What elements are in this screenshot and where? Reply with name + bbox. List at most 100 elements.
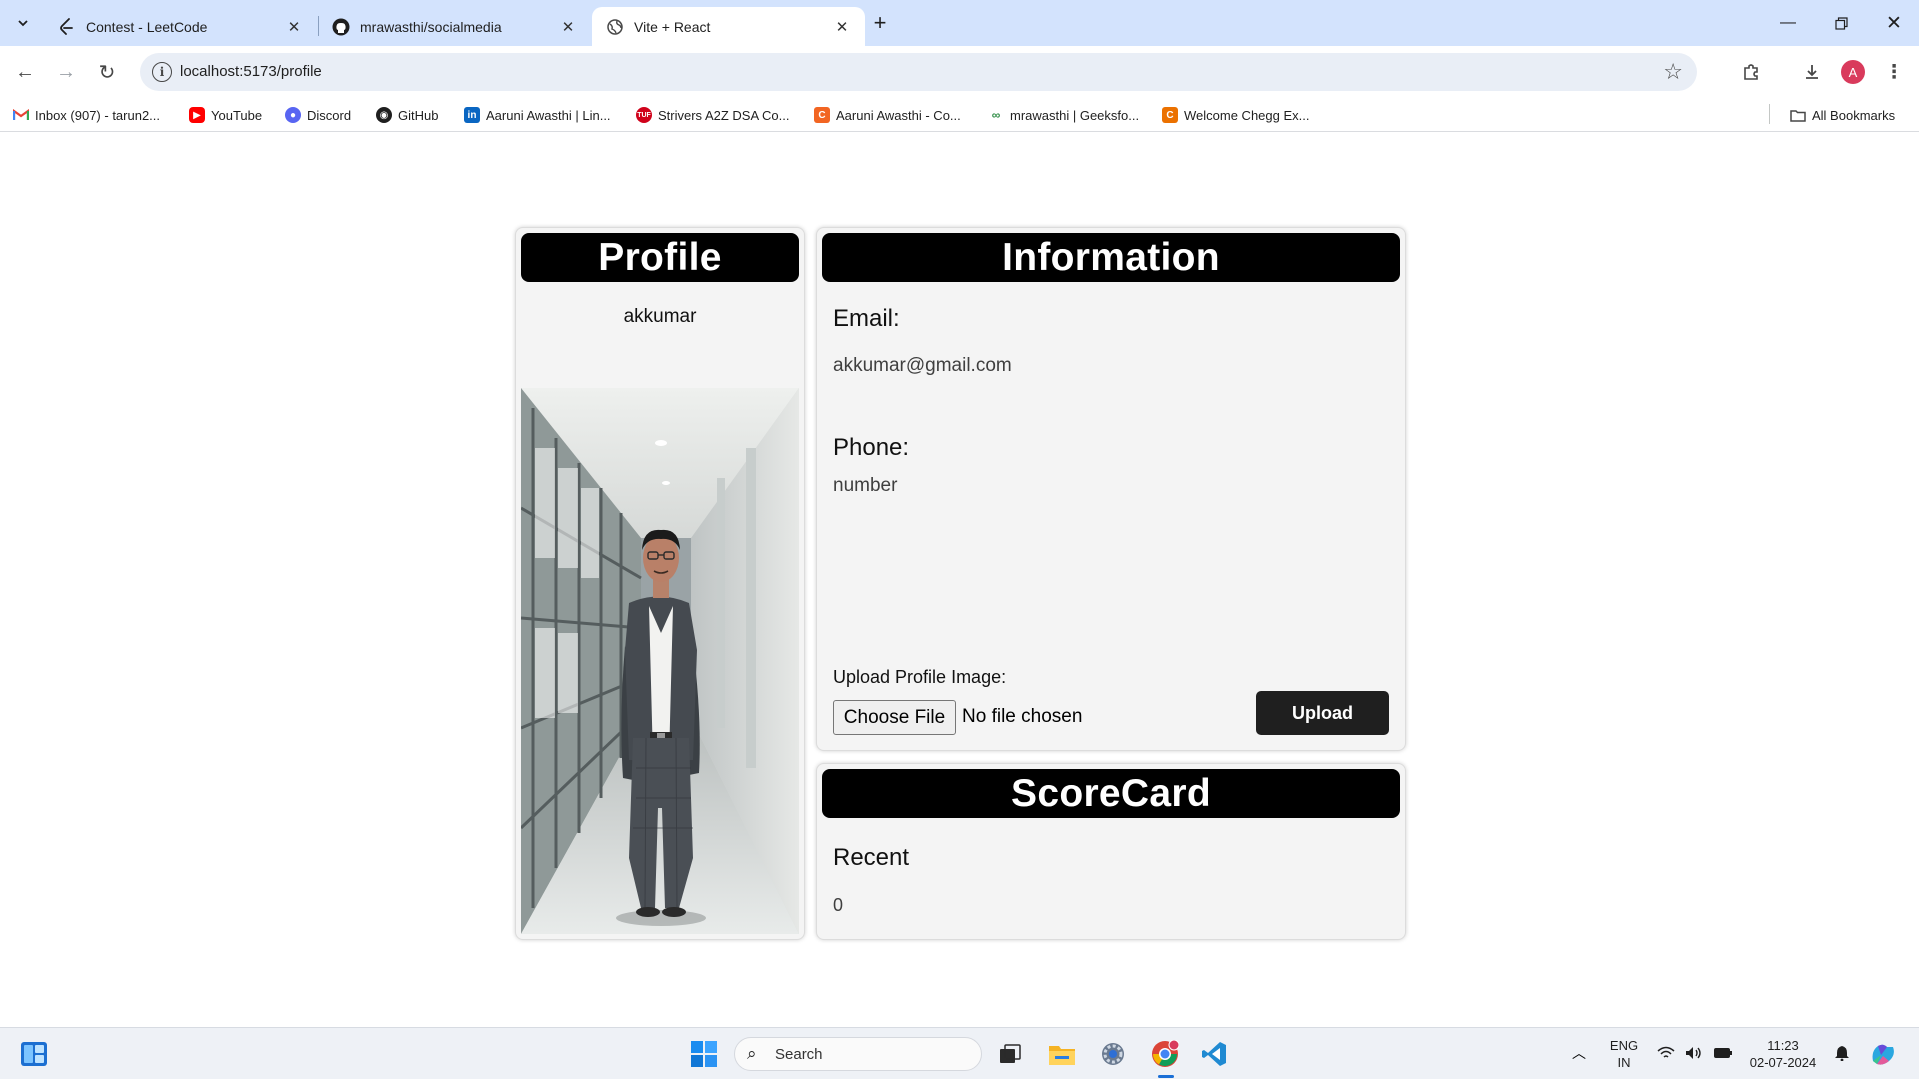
bookmark-strivers[interactable]: TUF Strivers A2Z DSA Co... bbox=[636, 105, 790, 125]
close-icon[interactable]: ✕ bbox=[285, 18, 303, 36]
tab-title: Contest - LeetCode bbox=[86, 18, 208, 35]
youtube-icon: ▶ bbox=[189, 107, 205, 123]
linkedin-icon: in bbox=[464, 107, 480, 123]
arrow-left-icon: ← bbox=[15, 60, 35, 83]
profile-photo bbox=[521, 388, 799, 934]
battery-icon[interactable] bbox=[1712, 1043, 1734, 1063]
taskbar-search[interactable]: ⌕ Search bbox=[734, 1037, 982, 1071]
widgets-icon[interactable] bbox=[20, 1041, 48, 1067]
search-placeholder: Search bbox=[775, 1046, 823, 1063]
bookmark-geeksforgeeks[interactable]: ∞ mrawasthi | Geeksfo... bbox=[988, 105, 1139, 125]
notification-bell-icon[interactable] bbox=[1832, 1043, 1852, 1063]
bookmark-gmail[interactable]: Inbox (907) - tarun2... bbox=[13, 105, 160, 125]
url-text: localhost:5173/profile bbox=[180, 63, 322, 80]
tab-title: mrawasthi/socialmedia bbox=[360, 18, 502, 35]
github-icon bbox=[332, 18, 350, 36]
clock[interactable]: 11:23 02-07-2024 bbox=[1746, 1037, 1820, 1071]
phone-value: number bbox=[833, 475, 898, 496]
region-code: IN bbox=[1617, 1055, 1631, 1070]
bookmark-youtube[interactable]: ▶ YouTube bbox=[189, 105, 262, 125]
bookmark-label: All Bookmarks bbox=[1812, 107, 1896, 123]
language-indicator[interactable]: ENG IN bbox=[1606, 1037, 1642, 1071]
geeksforgeeks-icon: ∞ bbox=[991, 108, 1001, 122]
start-button[interactable] bbox=[690, 1040, 718, 1068]
minimize-button[interactable]: — bbox=[1765, 8, 1811, 38]
upload-button[interactable]: Upload bbox=[1256, 691, 1389, 735]
close-icon: ✕ bbox=[1886, 12, 1902, 34]
site-info-icon[interactable]: i bbox=[152, 62, 172, 82]
close-icon[interactable]: ✕ bbox=[833, 18, 851, 36]
scorecard-heading: ScoreCard bbox=[822, 769, 1400, 818]
bookmark-label: Aaruni Awasthi - Co... bbox=[836, 107, 961, 123]
tuf-icon: TUF bbox=[636, 107, 652, 123]
copilot-icon[interactable] bbox=[1868, 1040, 1898, 1068]
wifi-icon[interactable] bbox=[1656, 1043, 1676, 1063]
file-status-text: No file chosen bbox=[962, 706, 1083, 727]
phone-label: Phone: bbox=[833, 434, 910, 461]
windows-taskbar: ⌕ Search ︿ ENG IN 11:23 02-07-2024 bbox=[0, 1027, 1919, 1079]
bookmark-label: YouTube bbox=[211, 107, 263, 123]
search-icon: ⌕ bbox=[747, 1044, 757, 1063]
puzzle-icon bbox=[1744, 64, 1758, 80]
forward-button[interactable]: → bbox=[50, 56, 82, 88]
tab-vite-react[interactable]: Vite + React ✕ bbox=[592, 7, 865, 46]
close-icon[interactable]: ✕ bbox=[559, 18, 577, 36]
discord-icon: ● bbox=[285, 107, 301, 123]
browser-menu-button[interactable]: ⋮ bbox=[1878, 56, 1910, 88]
chevron-down-icon bbox=[18, 20, 28, 27]
bookmark-label: Inbox (907) - tarun2... bbox=[35, 107, 161, 123]
tab-search-button[interactable] bbox=[10, 10, 36, 36]
folder-icon bbox=[1790, 107, 1806, 123]
recent-label: Recent bbox=[833, 844, 910, 871]
email-value: akkumar@gmail.com bbox=[833, 355, 1012, 376]
reload-icon: ↻ bbox=[98, 61, 116, 84]
minimize-icon: — bbox=[1780, 14, 1796, 31]
more-vert-icon: ⋮ bbox=[1884, 61, 1904, 83]
bookmark-label: Strivers A2Z DSA Co... bbox=[658, 107, 790, 123]
bookmark-star-icon[interactable]: ☆ bbox=[1663, 59, 1683, 85]
settings-gear-icon[interactable] bbox=[1098, 1040, 1128, 1068]
bookmark-label: mrawasthi | Geeksfo... bbox=[1010, 107, 1140, 123]
bookmark-label: Aaruni Awasthi | Lin... bbox=[486, 107, 611, 123]
close-window-button[interactable]: ✕ bbox=[1871, 8, 1917, 38]
chevron-up-icon[interactable]: ︿ bbox=[1569, 1043, 1589, 1063]
github-icon: ◉ bbox=[376, 107, 392, 123]
bookmark-codolio[interactable]: C Aaruni Awasthi - Co... bbox=[814, 105, 961, 125]
bookmark-github[interactable]: ◉ GitHub bbox=[376, 105, 438, 125]
clock-date: 02-07-2024 bbox=[1749, 1055, 1817, 1070]
download-icon bbox=[1806, 65, 1818, 79]
tab-leetcode[interactable]: Contest - LeetCode ✕ bbox=[44, 7, 317, 46]
task-view-icon[interactable] bbox=[997, 1041, 1023, 1067]
arrow-right-icon: → bbox=[56, 60, 76, 83]
tab-title: Vite + React bbox=[634, 18, 711, 35]
extensions-button[interactable] bbox=[1735, 56, 1767, 88]
downloads-button[interactable] bbox=[1796, 56, 1828, 88]
choose-file-button[interactable]: Choose File bbox=[833, 700, 956, 735]
bookmark-chegg[interactable]: C Welcome Chegg Ex... bbox=[1162, 105, 1309, 125]
bookmark-discord[interactable]: ● Discord bbox=[285, 105, 351, 125]
chrome-icon[interactable] bbox=[1149, 1039, 1181, 1069]
browser-toolbar: ← → ↻ i localhost:5173/profile ☆ ⋮ bbox=[0, 46, 1919, 98]
bookmark-label: Discord bbox=[307, 107, 352, 123]
windows-icon bbox=[691, 1041, 717, 1067]
plus-icon: + bbox=[873, 10, 887, 35]
address-bar[interactable]: i localhost:5173/profile ☆ bbox=[140, 53, 1697, 91]
all-bookmarks-button[interactable]: All Bookmarks bbox=[1790, 105, 1895, 125]
gmail-icon bbox=[13, 107, 29, 123]
restore-button[interactable] bbox=[1818, 8, 1864, 38]
bookmarks-divider bbox=[1769, 104, 1770, 124]
bookmark-label: GitHub bbox=[398, 107, 439, 123]
new-tab-button[interactable]: + bbox=[866, 9, 894, 37]
back-button[interactable]: ← bbox=[9, 56, 41, 88]
reload-button[interactable]: ↻ bbox=[91, 56, 123, 88]
profile-username: akkumar bbox=[623, 306, 697, 327]
bookmark-linkedin[interactable]: in Aaruni Awasthi | Lin... bbox=[464, 105, 611, 125]
profile-avatar[interactable]: A bbox=[1841, 60, 1865, 84]
information-heading: Information bbox=[822, 233, 1400, 282]
tab-github[interactable]: mrawasthi/socialmedia ✕ bbox=[318, 7, 591, 46]
file-explorer-icon[interactable] bbox=[1047, 1040, 1077, 1068]
chegg-icon: C bbox=[1162, 107, 1178, 123]
vscode-icon[interactable] bbox=[1199, 1040, 1229, 1068]
volume-icon[interactable] bbox=[1684, 1043, 1704, 1063]
leetcode-icon bbox=[58, 17, 76, 36]
